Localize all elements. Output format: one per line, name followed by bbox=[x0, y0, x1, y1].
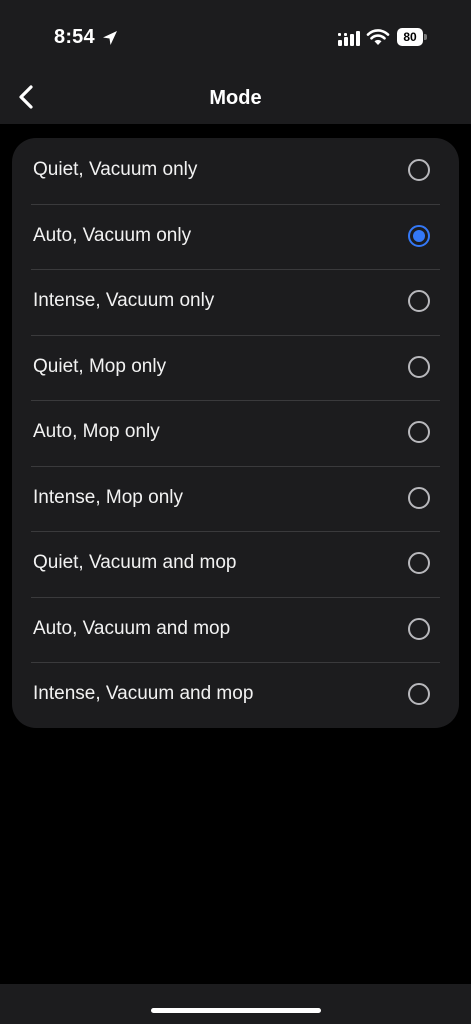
mode-option-label: Intense, Vacuum and mop bbox=[33, 683, 254, 704]
page-title: Mode bbox=[209, 87, 262, 109]
status-bar: 8:54 80 bbox=[0, 0, 471, 72]
radio-unselected-icon[interactable] bbox=[408, 421, 430, 443]
cellular-signal-icon bbox=[338, 31, 360, 46]
mode-option[interactable]: Auto, Vacuum and mop bbox=[12, 597, 459, 662]
radio-selected-icon[interactable] bbox=[408, 224, 430, 247]
radio-unselected-icon[interactable] bbox=[408, 617, 430, 640]
home-indicator-area bbox=[0, 984, 471, 1024]
status-time: 8:54 bbox=[54, 26, 95, 48]
radio-unselected-icon[interactable] bbox=[408, 290, 430, 312]
battery-level: 80 bbox=[397, 28, 423, 46]
radio-unselected-icon[interactable] bbox=[408, 486, 430, 509]
mode-option-label: Quiet, Mop only bbox=[33, 355, 167, 377]
mode-option-label: Intense, Mop only bbox=[33, 486, 183, 508]
mode-option-label: Quiet, Vacuum only bbox=[33, 159, 198, 180]
mode-option[interactable]: Quiet, Vacuum and mop bbox=[12, 531, 459, 596]
mode-option-label: Quiet, Vacuum and mop bbox=[33, 552, 237, 573]
mode-option[interactable]: Quiet, Vacuum only bbox=[12, 138, 459, 203]
radio-unselected-icon[interactable] bbox=[408, 552, 430, 574]
mode-options-list: Quiet, Vacuum only Auto, Vacuum only Inten… bbox=[12, 138, 459, 728]
radio-dot bbox=[413, 229, 425, 242]
radio-unselected-icon[interactable] bbox=[408, 683, 430, 705]
mode-option-label: Intense, Vacuum only bbox=[33, 290, 215, 311]
mode-option[interactable]: Intense, Vacuum only bbox=[12, 269, 459, 334]
mode-option-label: Auto, Vacuum and mop bbox=[33, 617, 231, 639]
mode-option-label: Auto, Vacuum only bbox=[33, 224, 192, 246]
mode-option-label: Auto, Mop only bbox=[33, 421, 160, 442]
home-indicator[interactable] bbox=[151, 1008, 321, 1013]
wifi-icon bbox=[366, 29, 390, 45]
radio-unselected-icon[interactable] bbox=[408, 159, 430, 181]
navigation-bar: Mode bbox=[0, 72, 471, 124]
battery-tip bbox=[424, 34, 427, 40]
battery-icon: 80 bbox=[397, 28, 427, 46]
mode-option[interactable]: Auto, Vacuum only bbox=[12, 204, 459, 269]
radio-unselected-icon[interactable] bbox=[408, 355, 430, 378]
mode-option[interactable]: Intense, Mop only bbox=[12, 466, 459, 531]
location-arrow-icon bbox=[103, 31, 117, 45]
mode-option[interactable]: Intense, Vacuum and mop bbox=[12, 662, 459, 727]
mode-option[interactable]: Auto, Mop only bbox=[12, 400, 459, 465]
mode-option[interactable]: Quiet, Mop only bbox=[12, 335, 459, 400]
